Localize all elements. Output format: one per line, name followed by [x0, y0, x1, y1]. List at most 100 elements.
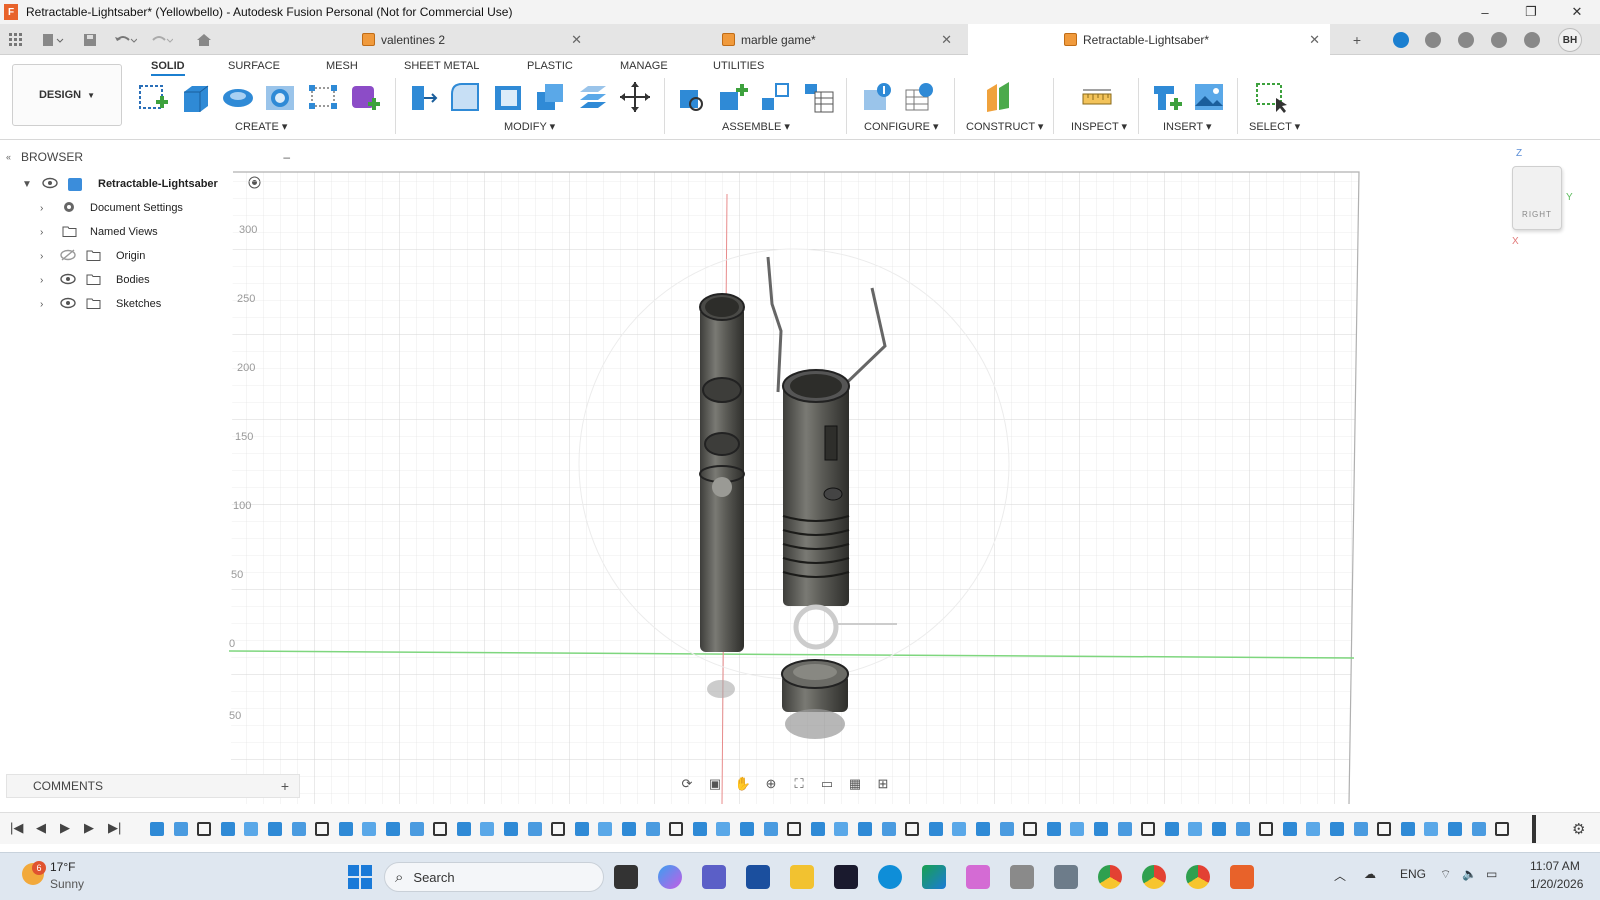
browser-item-bodies[interactable]: › Bodies	[0, 268, 220, 292]
visibility-eye-icon[interactable]	[42, 177, 58, 192]
fit-window-icon[interactable]: ⛶	[788, 775, 810, 793]
shell-icon[interactable]	[491, 80, 525, 114]
help-icon[interactable]	[1517, 24, 1547, 55]
extensions-icon[interactable]	[1386, 24, 1416, 55]
timeline-feature-icon[interactable]	[197, 822, 212, 836]
data-panel-grid-icon[interactable]	[6, 24, 26, 55]
configure-table-icon[interactable]	[860, 80, 894, 114]
close-window-button[interactable]: ✕	[1554, 0, 1600, 24]
configure-group-label[interactable]: CONFIGURE ▾	[864, 120, 939, 133]
tab-valentines-2[interactable]: valentines 2 ✕	[352, 24, 592, 55]
offset-face-icon[interactable]	[576, 80, 610, 114]
notifications-bell-icon[interactable]	[1484, 24, 1514, 55]
timeline-feature-icon[interactable]	[952, 822, 967, 836]
chrome-profile-2-icon[interactable]	[1186, 865, 1210, 889]
chrome-icon[interactable]	[1098, 865, 1122, 889]
browser-item-document-settings[interactable]: › Document Settings	[0, 196, 220, 220]
zoom-icon[interactable]: ⊕	[760, 775, 782, 793]
chrome-profile-icon[interactable]	[1142, 865, 1166, 889]
timeline-marker[interactable]	[1532, 815, 1536, 843]
orbit-icon[interactable]: ⟳	[676, 775, 698, 793]
minimize-button[interactable]: –	[1462, 0, 1508, 24]
timeline-last-icon[interactable]: ▶|	[108, 820, 121, 836]
clock-time[interactable]: 11:07 AM	[1530, 859, 1580, 873]
create-group-label[interactable]: CREATE ▾	[235, 120, 287, 133]
windows-start-icon[interactable]	[348, 865, 372, 889]
timeline-feature-icon[interactable]	[480, 822, 495, 836]
chevron-right-icon[interactable]: ›	[40, 299, 43, 310]
tab-manage[interactable]: MANAGE	[620, 60, 668, 72]
timeline-feature-icon[interactable]	[999, 822, 1014, 836]
browser-item-named-views[interactable]: › Named Views	[0, 220, 220, 244]
hole-icon[interactable]	[263, 80, 297, 114]
hidden-eye-icon[interactable]	[60, 248, 76, 264]
timeline-play-icon[interactable]: ▶	[60, 820, 70, 836]
timeline-feature-icon[interactable]	[315, 822, 330, 836]
show-hidden-icons[interactable]: ︿	[1334, 867, 1346, 884]
pommel-cap-body[interactable]	[781, 659, 849, 739]
m365-icon[interactable]	[922, 865, 946, 889]
timeline-feature-icon[interactable]	[622, 822, 636, 836]
timeline-feature-icon[interactable]	[692, 822, 707, 836]
offset-plane-icon[interactable]	[983, 80, 1017, 114]
visibility-eye-icon[interactable]	[60, 297, 76, 312]
timeline-feature-icon[interactable]	[598, 822, 613, 836]
timeline-feature-icon[interactable]	[244, 822, 259, 836]
modify-group-label[interactable]: MODIFY ▾	[504, 120, 555, 133]
tab-marble-game[interactable]: marble game* ✕	[712, 24, 962, 55]
teams-icon[interactable]	[702, 865, 726, 889]
look-at-icon[interactable]: ▣	[704, 775, 726, 793]
battery-icon[interactable]: ▭	[1486, 867, 1497, 881]
browser-item-sketches[interactable]: › Sketches	[0, 292, 220, 316]
tab-plastic[interactable]: PLASTIC	[527, 60, 573, 72]
volume-icon[interactable]: 🔈	[1462, 867, 1477, 881]
timeline-feature-icon[interactable]	[1259, 822, 1274, 836]
comments-panel[interactable]: COMMENTS +	[6, 774, 300, 798]
wifi-icon[interactable]: ⌔	[1440, 867, 1451, 882]
pan-hand-icon[interactable]: ✋	[732, 775, 754, 793]
timeline-feature-icon[interactable]	[456, 822, 471, 836]
chevron-down-icon[interactable]: ▼	[22, 179, 32, 190]
canvas-image-icon[interactable]	[1192, 80, 1226, 114]
timeline-feature-icon[interactable]	[1023, 822, 1038, 836]
save-icon[interactable]	[80, 24, 100, 55]
window-select-icon[interactable]	[1254, 80, 1288, 114]
view-cube-face[interactable]: RIGHT	[1512, 166, 1562, 230]
tab-solid[interactable]: SOLID	[151, 60, 185, 76]
as-built-joint-icon[interactable]	[758, 80, 792, 114]
insert-derive-icon[interactable]	[1150, 80, 1184, 114]
timeline-feature-icon[interactable]	[881, 822, 896, 836]
viewports-icon[interactable]: ⊞	[872, 775, 894, 793]
timeline-feature-icon[interactable]	[787, 822, 802, 836]
task-view-icon[interactable]	[614, 865, 638, 889]
timeline-feature-icon[interactable]	[291, 822, 306, 836]
timeline-feature-icon[interactable]	[1424, 822, 1439, 836]
timeline-feature-icon[interactable]	[1117, 822, 1132, 836]
create-sketch-icon[interactable]	[136, 80, 170, 114]
chevron-right-icon[interactable]: ›	[40, 227, 43, 238]
joint-icon[interactable]	[716, 80, 750, 114]
minimize-panel-icon[interactable]: –	[283, 150, 290, 164]
copilot-icon[interactable]	[658, 865, 682, 889]
timeline-feature-icon[interactable]	[386, 822, 400, 836]
timeline-feature-icon[interactable]	[551, 822, 566, 836]
move-copy-icon[interactable]	[618, 80, 652, 114]
language-indicator[interactable]: ENG	[1400, 867, 1426, 881]
close-tab-icon[interactable]: ✕	[571, 32, 582, 48]
tab-retractable-lightsaber[interactable]: Retractable-Lightsaber* ✕	[968, 24, 1330, 55]
blade-tube-body[interactable]	[699, 293, 745, 698]
timeline-feature-icon[interactable]	[858, 822, 872, 836]
timeline-feature-icon[interactable]	[338, 822, 353, 836]
tab-sheet-metal[interactable]: SHEET METAL	[404, 60, 479, 72]
timeline-feature-icon[interactable]	[810, 822, 825, 836]
timeline-feature-icon[interactable]	[669, 822, 684, 836]
file-explorer-icon[interactable]	[790, 865, 814, 889]
timeline-feature-icon[interactable]	[1094, 822, 1108, 836]
tab-utilities[interactable]: UTILITIES	[713, 60, 764, 72]
job-status-icon[interactable]	[1418, 24, 1448, 55]
taskbar-search-box[interactable]: ⌕ Search	[384, 862, 604, 892]
timeline-feature-icon[interactable]	[928, 822, 943, 836]
combine-icon[interactable]	[533, 80, 567, 114]
timeline-feature-icon[interactable]	[409, 822, 424, 836]
3d-viewport[interactable]: 300 250 200 150 100 50 0 50	[229, 164, 1389, 804]
